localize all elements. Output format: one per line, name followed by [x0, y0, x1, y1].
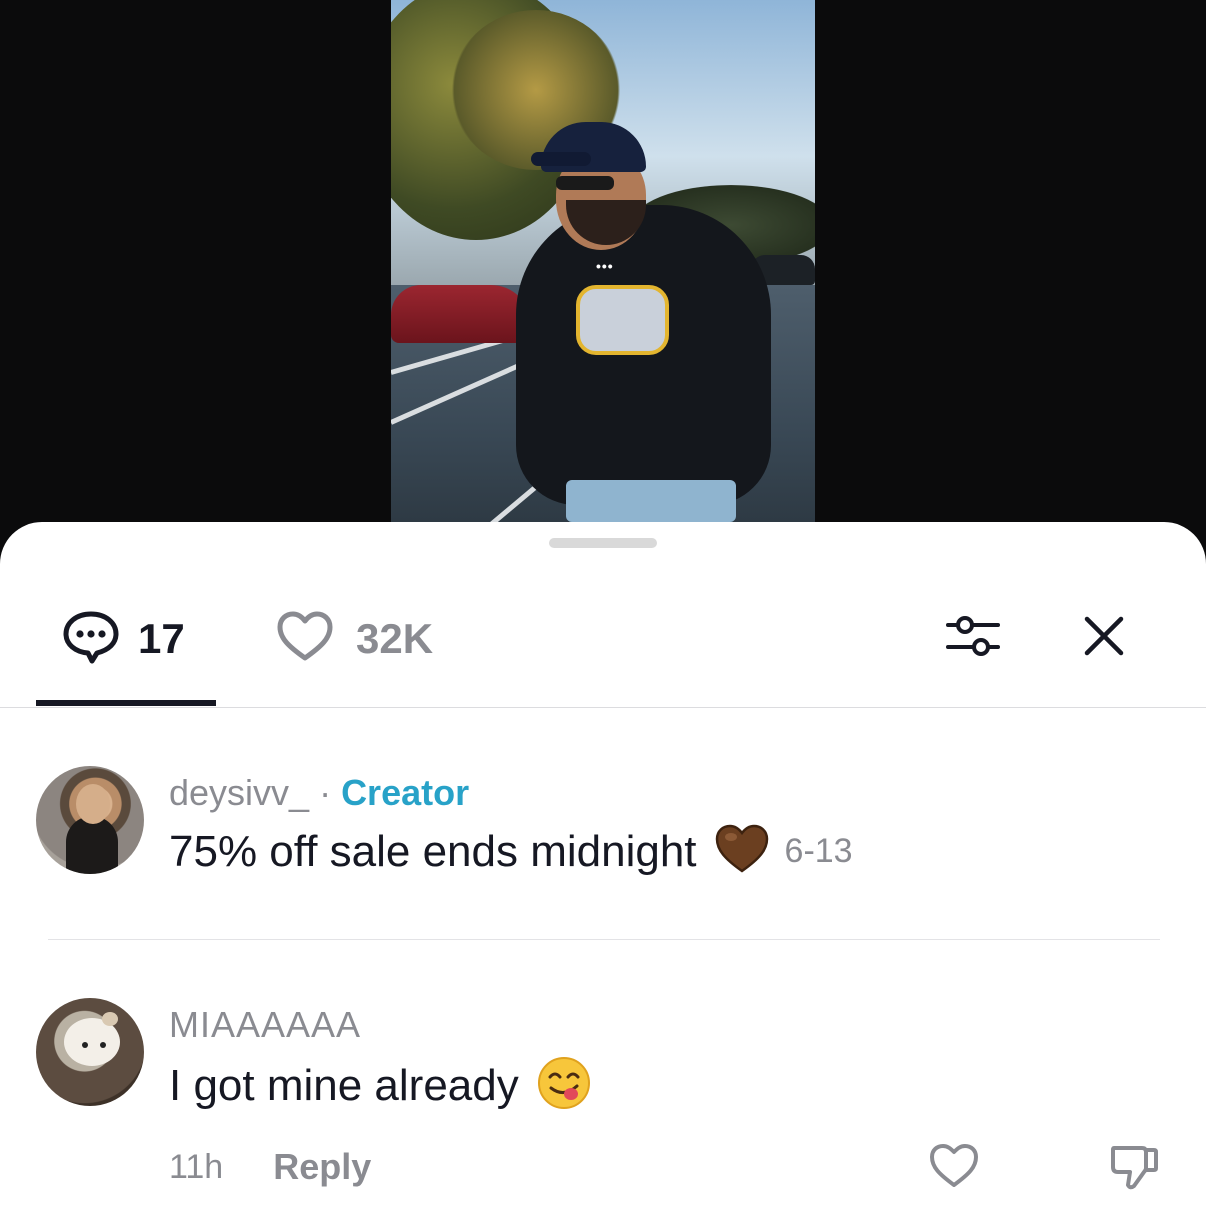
video-background: •••: [0, 0, 1206, 540]
comment-like-button[interactable]: [926, 1140, 982, 1196]
video-person-hoodie: [516, 205, 771, 505]
avatar[interactable]: [36, 998, 144, 1106]
video-person-glasses: [556, 176, 614, 190]
thumbs-down-icon: [1108, 1140, 1160, 1197]
brown-heart-emoji: [715, 824, 769, 879]
close-icon: [1083, 615, 1125, 662]
video-more-dots-icon: •••: [596, 258, 614, 274]
comment-username[interactable]: MIAAAAAA: [169, 1004, 361, 1046]
avatar-plush-ear: [102, 1012, 118, 1026]
comment-body: I got mine already: [169, 1056, 591, 1115]
avatar[interactable]: [36, 766, 144, 874]
comment-divider: [48, 939, 1160, 940]
video-person-jeans: [566, 480, 736, 522]
reply-button[interactable]: Reply: [273, 1146, 371, 1188]
heart-outline-icon: [276, 611, 334, 668]
creator-badge: Creator: [341, 772, 470, 813]
comment-bubble-icon: [62, 610, 120, 669]
tab-likes[interactable]: 32K: [276, 611, 434, 664]
yum-face-emoji: [537, 1056, 591, 1115]
tab-bar-divider: [0, 707, 1206, 708]
comment-time: 11h: [169, 1147, 224, 1186]
avatar-plush-eye: [82, 1042, 88, 1048]
video-player[interactable]: •••: [391, 0, 815, 522]
comment-text: I got mine already: [169, 1060, 519, 1110]
heart-outline-icon: [928, 1143, 980, 1194]
username-separator: ·: [319, 772, 332, 813]
comments-count: 17: [138, 615, 185, 662]
comment-date: 6-13: [784, 832, 853, 870]
likes-count: 32K: [356, 615, 434, 662]
filter-sliders-icon: [945, 613, 1001, 666]
comment-text: 75% off sale ends midnight: [169, 826, 697, 876]
filter-button[interactable]: [944, 612, 1002, 666]
comment-body: 75% off sale ends midnight 6-13: [169, 824, 853, 879]
comment-username[interactable]: deysivv_: [169, 772, 309, 814]
sheet-drag-handle[interactable]: [549, 538, 657, 548]
close-button[interactable]: [1078, 610, 1130, 666]
video-hoodie-graphic: [576, 285, 669, 355]
comment-dislike-button[interactable]: [1106, 1140, 1162, 1196]
comment-header: deysivv_ · Creator: [169, 772, 469, 814]
comment-header: MIAAAAAA: [169, 1004, 361, 1046]
video-red-car: [391, 285, 531, 343]
avatar-face: [76, 784, 110, 824]
tab-comments[interactable]: 17: [62, 611, 185, 664]
comments-sheet: 17 32K deysivv_ · Creator 75% off sale e…: [0, 522, 1206, 1225]
comment-actions: 11h Reply: [169, 1146, 371, 1188]
avatar-plush-eye: [100, 1042, 106, 1048]
active-tab-indicator: [36, 700, 216, 706]
video-person-cap-brim: [531, 152, 591, 166]
comments-tab-bar: 17 32K: [0, 592, 1206, 708]
avatar-figure: [66, 816, 118, 874]
